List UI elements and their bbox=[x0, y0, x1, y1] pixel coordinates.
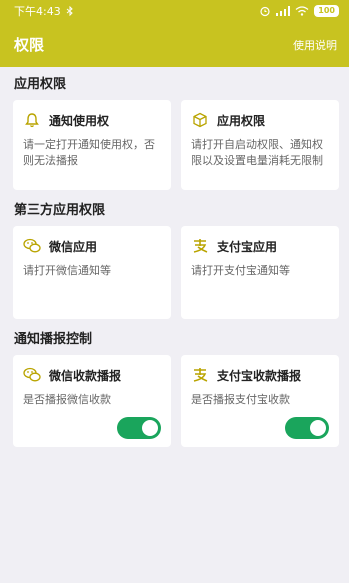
alipay-broadcast-toggle[interactable] bbox=[285, 417, 329, 439]
top-bar: 下午4:43 100 权限 使用说明 bbox=[0, 0, 349, 67]
card-alipay-app[interactable]: 支付宝应用 请打开支付宝通知等 bbox=[181, 226, 339, 319]
card-title: 微信应用 bbox=[49, 239, 98, 254]
card-title: 支付宝应用 bbox=[217, 239, 278, 254]
wifi-icon bbox=[295, 6, 309, 16]
card-description: 请打开支付宝通知等 bbox=[191, 264, 290, 277]
section-title-broadcast-control: 通知播报控制 bbox=[14, 332, 93, 347]
status-bar: 下午4:43 100 bbox=[0, 0, 349, 22]
card-wechat-app[interactable]: 微信应用 请打开微信通知等 bbox=[13, 226, 171, 319]
card-wechat-broadcast: 微信收款播报 是否播报微信收款 bbox=[13, 355, 171, 447]
wechat-icon bbox=[23, 366, 41, 384]
card-description: 请一定打开通知使用权，否则无法播报 bbox=[23, 138, 155, 167]
card-description: 请打开微信通知等 bbox=[23, 264, 111, 277]
card-title: 微信收款播报 bbox=[49, 368, 122, 383]
card-description: 是否播报微信收款 bbox=[23, 393, 111, 406]
wechat-icon bbox=[23, 237, 41, 255]
card-notification-access[interactable]: 通知使用权 请一定打开通知使用权，否则无法播报 bbox=[13, 100, 171, 190]
battery-indicator: 100 bbox=[314, 5, 339, 17]
page-title: 权限 bbox=[14, 36, 45, 54]
section-title-third-party: 第三方应用权限 bbox=[14, 203, 106, 218]
signal-icon bbox=[276, 6, 291, 16]
card-app-permission[interactable]: 应用权限 请打开自启动权限、通知权限以及设置电量消耗无限制 bbox=[181, 100, 339, 190]
status-time: 下午4:43 bbox=[14, 5, 61, 18]
toggle-knob bbox=[310, 420, 326, 436]
card-title: 应用权限 bbox=[217, 113, 266, 128]
app-permissions-grid: 通知使用权 请一定打开通知使用权，否则无法播报 应用权限 请打开自启动权限、通知… bbox=[0, 100, 349, 190]
cube-icon bbox=[191, 111, 209, 129]
card-title: 通知使用权 bbox=[49, 113, 110, 128]
broadcast-control-grid: 微信收款播报 是否播报微信收款 支付宝收款播报 是否播报支付宝收款 bbox=[0, 355, 349, 447]
alarm-icon bbox=[260, 6, 270, 17]
section-title-app-permissions: 应用权限 bbox=[14, 77, 67, 92]
alipay-icon bbox=[191, 237, 209, 255]
card-title: 支付宝收款播报 bbox=[217, 368, 302, 383]
third-party-grid: 微信应用 请打开微信通知等 支付宝应用 请打开支付宝通知等 bbox=[0, 226, 349, 319]
wechat-broadcast-toggle[interactable] bbox=[117, 417, 161, 439]
bell-icon bbox=[23, 111, 41, 129]
bluetooth-icon bbox=[66, 6, 73, 16]
alipay-icon bbox=[191, 366, 209, 384]
help-link[interactable]: 使用说明 bbox=[293, 37, 337, 53]
card-alipay-broadcast: 支付宝收款播报 是否播报支付宝收款 bbox=[181, 355, 339, 447]
card-description: 是否播报支付宝收款 bbox=[191, 393, 290, 406]
app-bar: 权限 使用说明 bbox=[0, 22, 349, 67]
toggle-knob bbox=[142, 420, 158, 436]
card-description: 请打开自启动权限、通知权限以及设置电量消耗无限制 bbox=[191, 138, 323, 167]
